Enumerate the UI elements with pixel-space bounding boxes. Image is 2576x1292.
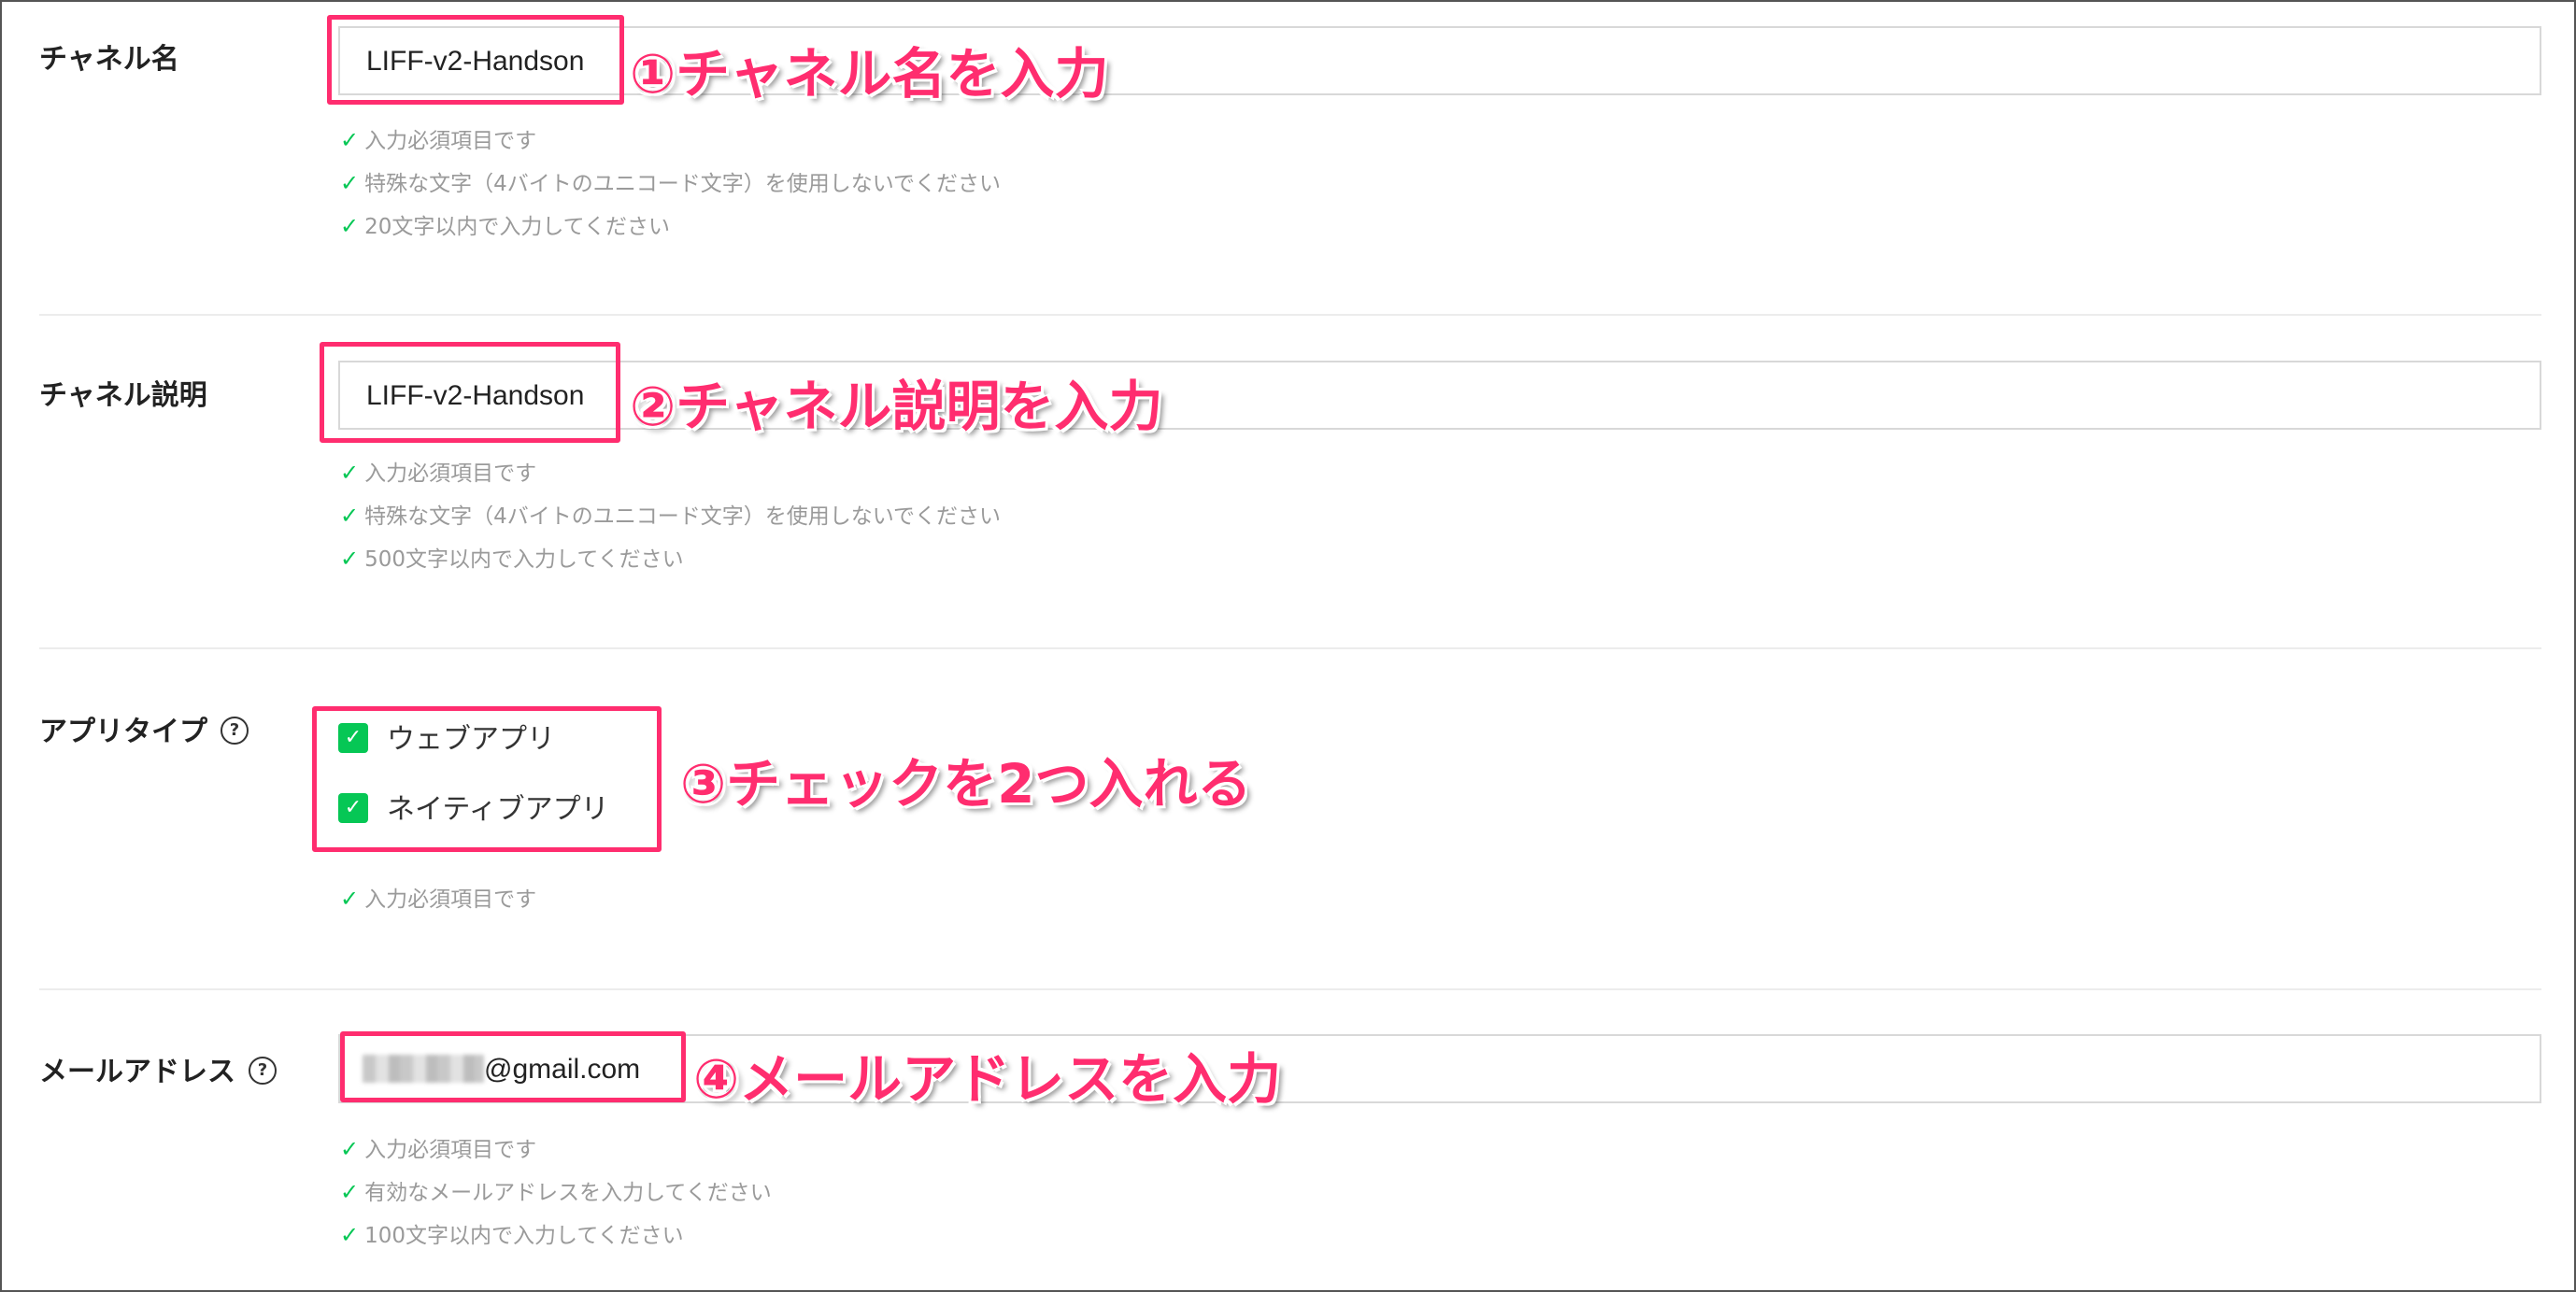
check-icon: ✓ (340, 1179, 360, 1205)
channel-description-label: チャネル説明 (39, 379, 207, 412)
validation-item: ✓ 入力必須項目です (340, 460, 537, 486)
section-divider (39, 647, 2541, 649)
annotation-channel-description: ②チャネル説明を入力 (630, 375, 1163, 438)
validation-item: ✓ 20文字以内で入力してください (340, 213, 670, 239)
section-divider (39, 988, 2541, 990)
check-icon: ✓ (340, 503, 360, 529)
check-icon: ✓ (340, 213, 360, 239)
validation-item: ✓ 500文字以内で入力してください (340, 546, 684, 572)
validation-item: ✓ 入力必須項目です (340, 1136, 537, 1162)
check-icon: ✓ (340, 460, 360, 486)
highlight-box (327, 15, 624, 105)
app-type-label: アプリタイプ? (39, 708, 249, 749)
annotation-channel-name: ①チャネル名を入力 (630, 42, 1109, 106)
validation-item: ✓ 入力必須項目です (340, 127, 537, 153)
email-validations: ✓ 入力必須項目です ✓ 有効なメールアドレスを入力してください ✓ 100文字以内で… (340, 1128, 772, 1257)
check-icon: ✓ (340, 886, 360, 912)
check-icon: ✓ (340, 127, 360, 153)
email-label: メールアドレス? (39, 1048, 277, 1089)
channel-description-validations: ✓ 入力必須項目です ✓ 特殊な文字（4バイトのユニコード文字）を使用しないでくださ… (340, 451, 1001, 580)
validation-item: ✓ 特殊な文字（4バイトのユニコード文字）を使用しないでください (340, 170, 1002, 196)
app-type-validations: ✓ 入力必須項目です (340, 877, 536, 920)
highlight-box (340, 1031, 686, 1102)
channel-name-validations: ✓ 入力必須項目です ✓ 特殊な文字（4バイトのユニコード文字）を使用しないでくださ… (340, 119, 1001, 248)
help-icon[interactable]: ? (249, 1056, 277, 1085)
check-icon: ✓ (340, 170, 360, 196)
validation-item: ✓ 有効なメールアドレスを入力してください (340, 1179, 772, 1205)
section-divider (39, 314, 2541, 316)
annotation-app-type: ③チェックを2つ入れる (680, 752, 1252, 816)
highlight-box (312, 706, 662, 852)
check-icon: ✓ (340, 1222, 360, 1248)
help-icon[interactable]: ? (221, 716, 249, 745)
check-icon: ✓ (340, 546, 360, 572)
check-icon: ✓ (340, 1136, 360, 1162)
validation-item: ✓ 100文字以内で入力してください (340, 1222, 684, 1248)
validation-item: ✓ 特殊な文字（4バイトのユニコード文字）を使用しないでください (340, 503, 1002, 529)
validation-item: ✓ 入力必須項目です (340, 886, 537, 912)
channel-name-label: チャネル名 (39, 43, 179, 76)
highlight-box (320, 342, 620, 443)
annotation-email: ④メールアドレスを入力 (693, 1047, 1282, 1111)
